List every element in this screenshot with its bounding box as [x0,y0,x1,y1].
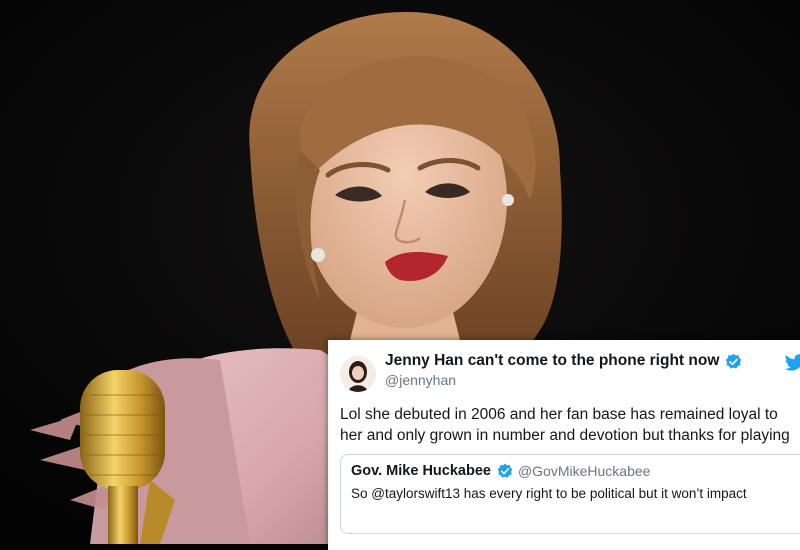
quote-display-name[interactable]: Gov. Mike Huckabee [351,463,491,479]
verified-badge-icon [497,463,513,479]
tweet-header: Jenny Han can't come to the phone right … [340,352,800,400]
tweet-identity: Jenny Han can't come to the phone right … [385,352,742,388]
display-line: Jenny Han can't come to the phone right … [385,352,742,370]
twitter-bird-icon[interactable] [784,354,800,372]
avatar-image [340,356,376,392]
handle[interactable]: @jennyhan [385,372,742,388]
quote-handle[interactable]: @GovMikeHuckabee [518,463,651,479]
tweet-text: Lol she debuted in 2006 and her fan base… [340,406,790,444]
quote-text: So @taylorswift13 has every right to be … [351,486,747,501]
quote-header: Gov. Mike Huckabee @GovMikeHuckabee [351,463,799,479]
display-name[interactable]: Jenny Han can't come to the phone right … [385,352,719,370]
verified-badge-icon [725,353,742,370]
avatar[interactable] [340,356,376,392]
tweet-card: Jenny Han can't come to the phone right … [328,340,800,550]
quoted-tweet[interactable]: Gov. Mike Huckabee @GovMikeHuckabee So @… [340,454,800,534]
